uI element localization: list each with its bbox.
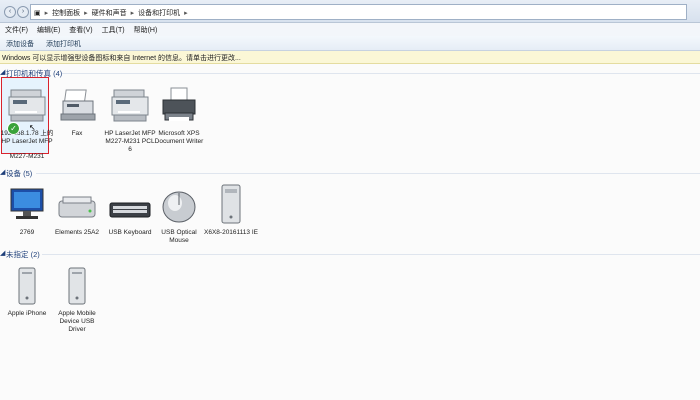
group-devices[interactable]: ◢ 设备 (5) <box>0 167 700 179</box>
printer-item-hp-pcl6[interactable]: HP LaserJet MFP M227-M231 PCL 6 <box>103 84 157 154</box>
command-bar: 添加设备 添加打印机 <box>0 36 700 51</box>
pc-tower-icon <box>209 183 253 227</box>
menu-help[interactable]: 帮助(H) <box>130 23 162 37</box>
generic-device-icon <box>5 264 49 308</box>
device-item-iphone[interactable]: Apple iPhone <box>0 264 54 318</box>
breadcrumb-hardware[interactable]: 硬件和声音 <box>92 10 127 17</box>
device-label: Fax <box>71 130 83 137</box>
device-label: USB Optical Mouse <box>161 229 197 244</box>
default-printer-check-icon: ✓ <box>7 122 20 135</box>
menu-tools[interactable]: 工具(T) <box>98 23 129 37</box>
divider <box>62 73 700 74</box>
menu-file[interactable]: 文件(F) <box>1 23 32 37</box>
device-label: 2769 <box>19 229 35 236</box>
device-item-apple-usb-driver[interactable]: Apple Mobile Device USB Driver <box>50 264 104 334</box>
group-printers[interactable]: ◢ 打印机和传真 (4) <box>0 67 700 79</box>
divider <box>36 173 700 174</box>
group-unspecified[interactable]: ◢ 未指定 (2) <box>0 248 700 260</box>
collapse-arrow-icon[interactable]: ◢ <box>0 168 5 176</box>
printer-item-fax[interactable]: Fax <box>50 84 104 138</box>
device-label: Apple iPhone <box>7 310 47 317</box>
device-item-pc[interactable]: X6X8-20161113 IE <box>204 183 258 237</box>
device-label: USB Keyboard <box>108 229 152 236</box>
divider <box>42 254 700 255</box>
monitor-icon <box>5 183 49 227</box>
mouse-icon <box>157 183 201 227</box>
address-field[interactable]: ▣ ▸ 控制面板 ▸ 硬件和声音 ▸ 设备和打印机 ▸ <box>30 4 687 20</box>
address-bar: ‹ › ▣ ▸ 控制面板 ▸ 硬件和声音 ▸ 设备和打印机 ▸ <box>0 0 700 23</box>
mfp-printer-icon <box>108 84 152 128</box>
computer-icon: ▣ <box>34 10 41 17</box>
forward-button[interactable]: › <box>17 6 29 18</box>
group-title: 未指定 (2) <box>6 250 40 259</box>
info-bar[interactable]: Windows 可以显示增强型设备图标和来自 Internet 的信息。请单击进… <box>0 51 700 64</box>
device-label: HP LaserJet MFP M227-M231 PCL 6 <box>104 130 156 153</box>
breadcrumb: ▣ ▸ 控制面板 ▸ 硬件和声音 ▸ 设备和打印机 ▸ <box>34 10 188 17</box>
device-item-elements[interactable]: Elements 25A2 <box>50 183 104 237</box>
menu-bar: 文件(F) 编辑(E) 查看(V) 工具(T) 帮助(H) <box>0 23 700 37</box>
menu-edit[interactable]: 编辑(E) <box>33 23 64 37</box>
device-item-monitor[interactable]: 2769 <box>0 183 54 237</box>
breadcrumb-devices[interactable]: 设备和打印机 <box>138 10 180 17</box>
device-label: X6X8-20161113 IE <box>204 229 258 236</box>
device-label: Microsoft XPS Document Writer <box>154 130 204 145</box>
fax-icon <box>55 84 99 128</box>
collapse-arrow-icon[interactable]: ◢ <box>0 68 5 76</box>
add-printer-button[interactable]: 添加打印机 <box>42 36 85 52</box>
mfp-printer-icon: ✓ <box>5 84 49 135</box>
device-label: Apple Mobile Device USB Driver <box>58 310 96 333</box>
menu-view[interactable]: 查看(V) <box>65 23 96 37</box>
xps-printer-icon <box>157 84 201 128</box>
printer-item-hp-network[interactable]: ✓ 192.168.1.78 上的 HP LaserJet MFP <box>0 84 54 146</box>
collapse-arrow-icon[interactable]: ◢ <box>0 249 5 257</box>
device-item-mouse[interactable]: USB Optical Mouse <box>152 183 206 245</box>
generic-device-icon <box>55 264 99 308</box>
add-device-button[interactable]: 添加设备 <box>2 36 38 52</box>
hard-drive-icon <box>55 183 99 227</box>
group-title: 设备 (5) <box>6 169 33 178</box>
printer-item-xps[interactable]: Microsoft XPS Document Writer <box>152 84 206 146</box>
device-label-extra: M227-M231 <box>9 153 45 160</box>
mouse-cursor-icon: ↖ <box>29 123 36 132</box>
info-bar-text: Windows 可以显示增强型设备图标和来自 Internet 的信息。请单击进… <box>2 55 241 62</box>
breadcrumb-control-panel[interactable]: 控制面板 <box>52 10 80 17</box>
device-label: Elements 25A2 <box>54 229 100 236</box>
device-item-keyboard[interactable]: USB Keyboard <box>103 183 157 237</box>
keyboard-icon <box>108 183 152 227</box>
back-button[interactable]: ‹ <box>4 6 16 18</box>
